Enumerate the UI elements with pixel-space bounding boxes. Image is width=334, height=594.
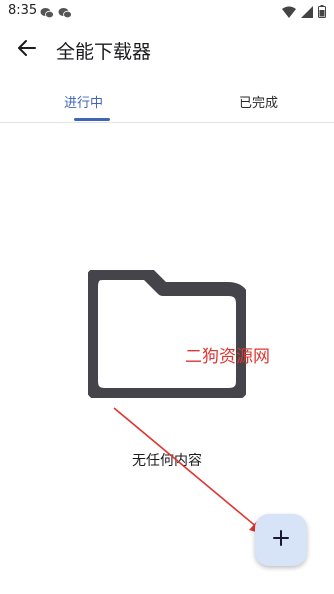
signal-icon bbox=[301, 3, 313, 22]
plus-icon bbox=[273, 530, 289, 550]
page-title: 全能下载器 bbox=[56, 41, 152, 63]
tab-completed[interactable]: 已完成 bbox=[175, 80, 334, 122]
watermark-text: 二狗资源网 bbox=[185, 347, 270, 367]
tab-in-progress[interactable]: 进行中 bbox=[0, 80, 167, 122]
wifi-icon bbox=[282, 3, 296, 22]
empty-state-text: 无任何内容 bbox=[132, 453, 202, 469]
add-download-button[interactable] bbox=[255, 514, 307, 566]
battery-icon bbox=[318, 3, 326, 22]
back-button[interactable] bbox=[12, 35, 42, 65]
arrow-left-icon bbox=[18, 39, 36, 61]
app-bar: 全能下载器 bbox=[0, 24, 334, 78]
wechat-icon bbox=[58, 4, 72, 23]
status-bar: 8:35 bbox=[0, 0, 334, 24]
tab-bar: 进行中 已完成 bbox=[0, 80, 334, 123]
tab-label: 已完成 bbox=[238, 95, 278, 111]
folder-icon bbox=[84, 266, 250, 402]
status-time: 8:35 bbox=[8, 3, 38, 18]
tab-label: 进行中 bbox=[63, 95, 103, 111]
wechat-icon bbox=[40, 4, 54, 23]
active-tab-indicator bbox=[74, 118, 110, 121]
